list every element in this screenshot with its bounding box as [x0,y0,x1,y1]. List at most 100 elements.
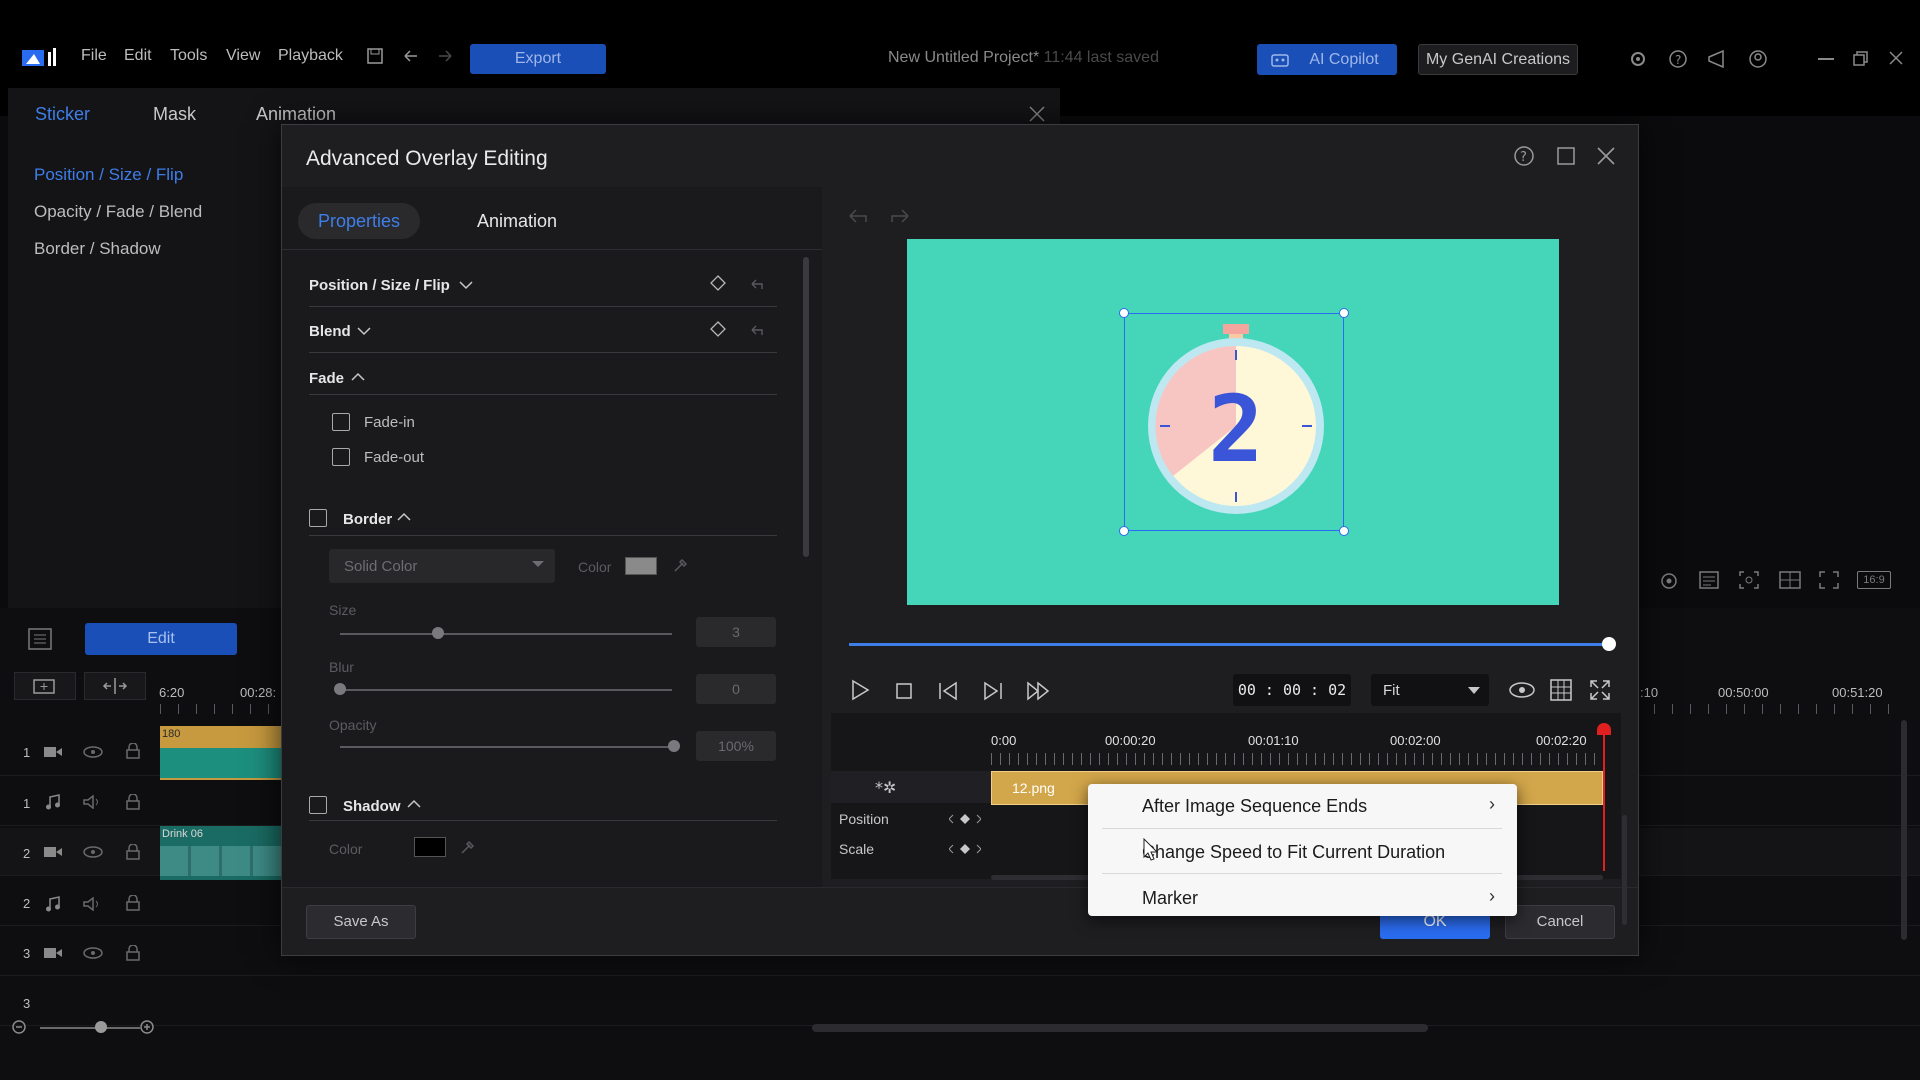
resize-handle[interactable] [1119,308,1129,318]
section-shadow[interactable]: Shadow [343,798,401,815]
tab-properties[interactable]: Properties [298,203,420,239]
chevron-up-icon[interactable] [350,371,366,383]
blur-slider[interactable] [340,689,672,691]
volume-icon[interactable] [83,897,101,911]
timeline-clip[interactable]: 180 [160,726,282,780]
zoom-in-icon[interactable] [140,1020,154,1034]
opacity-input[interactable]: 100% [696,731,776,761]
save-icon[interactable] [366,47,384,65]
visibility-icon[interactable] [83,846,103,858]
next-frame-icon[interactable] [982,681,1004,701]
tab-animation[interactable]: Animation [456,203,578,239]
reset-icon[interactable] [748,277,766,291]
preview-redo-icon[interactable] [886,207,912,225]
menu-tools[interactable]: Tools [170,47,207,65]
grid-icon[interactable] [1550,679,1572,701]
bg-tab-mask[interactable]: Mask [153,104,196,125]
save-as-button[interactable]: Save As [306,905,416,939]
zoom-slider-knob[interactable] [95,1021,107,1033]
lock-icon[interactable] [126,794,140,810]
fullscreen-icon[interactable] [1819,571,1839,589]
keyframe-icon[interactable] [710,321,726,337]
bg-side-position[interactable]: Position / Size / Flip [34,165,183,185]
chevron-up-icon[interactable] [396,511,412,523]
cancel-button[interactable]: Cancel [1505,905,1615,939]
undo-icon[interactable] [402,48,420,64]
blur-input[interactable]: 0 [696,674,776,704]
size-input[interactable]: 3 [696,617,776,647]
zoom-out-icon[interactable] [12,1020,26,1034]
volume-icon[interactable] [83,795,101,809]
dialog-close-icon[interactable] [1596,146,1616,166]
edit-button[interactable]: Edit [85,623,237,655]
genai-creations-button[interactable]: My GenAI Creations [1418,44,1578,75]
settings-icon[interactable] [1628,49,1648,69]
border-checkbox[interactable] [309,509,327,527]
resize-handle[interactable] [1339,526,1349,536]
keyframe-icon[interactable] [710,275,726,291]
fade-in-checkbox[interactable] [332,413,350,431]
ai-copilot-button[interactable]: AI Copilot [1257,44,1397,75]
add-track-icon[interactable] [14,672,76,700]
playhead-marker[interactable] [1597,723,1611,735]
export-button[interactable]: Export [470,44,606,74]
redo-icon[interactable] [436,48,454,64]
size-slider[interactable] [340,633,672,635]
shadow-checkbox[interactable] [309,796,327,814]
bg-tab-sticker[interactable]: Sticker [35,104,90,125]
eyedropper-icon[interactable] [673,557,689,573]
section-fade[interactable]: Fade [309,370,344,387]
opacity-slider[interactable] [340,746,672,748]
section-position[interactable]: Position / Size / Flip [309,277,450,294]
snapshot-icon[interactable] [1659,571,1679,591]
timeline-scrollbar[interactable] [812,1024,1428,1032]
lock-icon[interactable] [126,895,140,911]
dialog-help-icon[interactable]: ? [1513,145,1535,167]
preview-undo-icon[interactable] [846,207,872,225]
border-color-swatch[interactable] [625,557,657,575]
keyframe-vertical-scrollbar[interactable] [1622,815,1627,925]
visibility-icon[interactable] [83,947,103,959]
account-icon[interactable] [1748,49,1768,69]
menu-playback[interactable]: Playback [278,47,343,65]
fade-out-checkbox[interactable] [332,448,350,466]
resize-handle[interactable] [1119,526,1129,536]
eyedropper-icon[interactable] [460,839,476,855]
stop-icon[interactable] [895,682,913,700]
size-slider-knob[interactable] [432,627,444,639]
zoom-region-icon[interactable] [1739,571,1759,589]
bg-side-border[interactable]: Border / Shadow [34,239,161,259]
section-border[interactable]: Border [343,511,392,528]
zoom-dropdown[interactable]: Fit [1371,674,1489,706]
border-type-dropdown[interactable]: Solid Color [329,549,555,583]
playback-progress-knob[interactable] [1602,637,1616,651]
menu-file[interactable]: File [81,47,107,65]
minimize-icon[interactable] [1818,58,1834,60]
timeline-clip[interactable]: Drink 06 [160,826,282,880]
play-icon[interactable] [850,679,870,701]
section-blend[interactable]: Blend [309,323,351,340]
announcement-icon[interactable] [1707,49,1729,69]
restore-icon[interactable] [1853,51,1869,67]
menu-edit[interactable]: Edit [124,47,152,65]
bg-side-opacity[interactable]: Opacity / Fade / Blend [34,202,202,222]
shadow-color-swatch[interactable] [414,837,446,857]
previous-frame-icon[interactable] [937,681,959,701]
lock-icon[interactable] [126,844,140,860]
help-icon[interactable]: ? [1668,49,1688,69]
chevron-down-icon[interactable] [458,279,474,291]
split-icon[interactable] [84,672,146,700]
timecode-display[interactable]: 00 : 00 : 02 : 26 [1233,674,1351,731]
window-close-icon[interactable] [1888,50,1904,66]
menu-view[interactable]: View [226,47,260,65]
playback-progress-track[interactable] [849,637,1616,651]
chevron-down-icon[interactable] [356,325,372,337]
grid-layout-icon[interactable] [1779,571,1801,589]
keyframe-nav-icon[interactable] [949,813,981,825]
resize-handle[interactable] [1339,308,1349,318]
blur-slider-knob[interactable] [334,683,346,695]
stopwatch-sticker[interactable]: 2 [1119,308,1349,536]
eye-icon[interactable] [1509,681,1535,699]
zoom-slider[interactable] [40,1027,140,1029]
reset-icon[interactable] [748,323,766,337]
